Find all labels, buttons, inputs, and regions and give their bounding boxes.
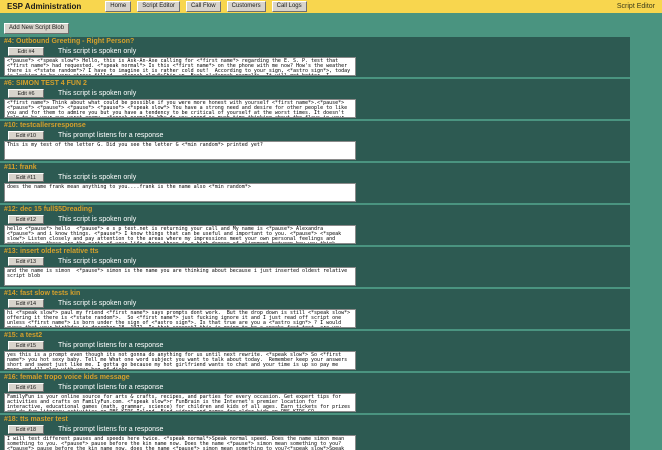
script-blob-title: #12: dec 15 full$5Dreading xyxy=(4,206,93,213)
script-blob-title: #11: frank xyxy=(4,164,37,171)
script-blob-section: #12: dec 15 full$5Dreading Edit #12 This s… xyxy=(0,205,630,245)
script-blob-title: #10: testcallersresponse xyxy=(4,122,86,129)
edit-script-button[interactable]: Edit #13 xyxy=(8,257,44,266)
script-content-textarea[interactable]: yes this is a prompt even though its not… xyxy=(4,351,356,370)
edit-script-button[interactable]: Edit #6 xyxy=(8,89,44,98)
edit-script-button[interactable]: Edit #15 xyxy=(8,341,44,350)
edit-script-button[interactable]: Edit #16 xyxy=(8,383,44,392)
script-blob-title: #18: tts master test xyxy=(4,416,68,423)
script-content-textarea[interactable]: does the name frank mean anything to you… xyxy=(4,183,356,202)
app-title: ESP Administration xyxy=(7,2,82,11)
script-mode-label: This script is spoken only xyxy=(58,174,137,181)
edit-script-button[interactable]: Edit #10 xyxy=(8,131,44,140)
script-blob-controls: Edit #10 This prompt listens for a respon… xyxy=(4,131,630,140)
toolbar-row: Add New Script Blob xyxy=(0,13,662,37)
script-blob-controls: Edit #12 This script is spoken only xyxy=(4,215,630,224)
script-mode-label: This script is spoken only xyxy=(58,300,137,307)
script-blob-list: #4: Outbound Greeting - Right Person? Edi… xyxy=(0,37,630,450)
nav-call-logs-button[interactable]: Call Logs xyxy=(271,1,307,12)
add-new-script-blob-button[interactable]: Add New Script Blob xyxy=(4,23,70,34)
edit-script-button[interactable]: Edit #4 xyxy=(8,47,44,56)
script-blob-controls: Edit #16 This prompt listens for a respon… xyxy=(4,383,630,392)
script-content-textarea[interactable]: <*first name*> Think about what could be… xyxy=(4,99,356,118)
edit-script-button[interactable]: Edit #14 xyxy=(8,299,44,308)
script-blob-section: #10: testcallersresponse Edit #10 This pro… xyxy=(0,121,630,161)
script-blob-section: #15: a test2 Edit #15 This prompt listens … xyxy=(0,331,630,371)
script-blob-controls: Edit #6 This script is spoken only xyxy=(4,89,630,98)
script-blob-section: #13: insert oldest relative tts Edit #13 T… xyxy=(0,247,630,287)
script-mode-label: This prompt listens for a response xyxy=(58,342,164,349)
script-blob-controls: Edit #15 This prompt listens for a respon… xyxy=(4,341,630,350)
page-title: Script Editor xyxy=(616,3,655,10)
script-blob-section: #16: female tropo voice kids message Edit… xyxy=(0,373,630,413)
script-content-textarea[interactable]: hello <*pause*> hello <*pause*> e s p te… xyxy=(4,225,356,244)
script-blob-controls: Edit #18 This prompt listens for a respon… xyxy=(4,425,630,434)
script-blob-section: #11: frank Edit #11 This script is spoken … xyxy=(0,163,630,203)
script-blob-controls: Edit #14 This script is spoken only xyxy=(4,299,630,308)
script-blob-controls: Edit #4 This script is spoken only xyxy=(4,47,630,56)
script-mode-label: This script is spoken only xyxy=(58,90,137,97)
script-blob-section: #14: fast slow tests kin Edit #14 This scr… xyxy=(0,289,630,329)
script-mode-label: This prompt listens for a response xyxy=(58,384,164,391)
script-mode-label: This script is spoken only xyxy=(58,48,137,55)
script-blob-title: #15: a test2 xyxy=(4,332,43,339)
nav-script-editor-button[interactable]: Script Editor xyxy=(137,1,180,12)
script-blob-controls: Edit #11 This script is spoken only xyxy=(4,173,630,182)
script-content-textarea[interactable]: <*pause*> <*speak slow*> Hello, this is … xyxy=(4,57,356,76)
script-blob-title: #4: Outbound Greeting - Right Person? xyxy=(4,38,135,45)
script-mode-label: This prompt listens for a response xyxy=(58,132,164,139)
main-nav: Home Script Editor Call Flow Customers C… xyxy=(105,1,307,12)
script-blob-title: #14: fast slow tests kin xyxy=(4,290,81,297)
script-blob-section: #4: Outbound Greeting - Right Person? Edi… xyxy=(0,37,630,77)
script-blob-title: #13: insert oldest relative tts xyxy=(4,248,99,255)
script-content-textarea[interactable]: hi <*speak slow*> paul my friend <*first… xyxy=(4,309,356,328)
edit-script-button[interactable]: Edit #18 xyxy=(8,425,44,434)
nav-home-button[interactable]: Home xyxy=(105,1,132,12)
script-mode-label: This prompt listens for a response xyxy=(58,426,164,433)
script-mode-label: This script is spoken only xyxy=(58,258,137,265)
script-content-textarea[interactable]: This is my test of the letter G. Did you… xyxy=(4,141,356,160)
script-content-textarea[interactable]: FamilyFun is your online source for arts… xyxy=(4,393,356,412)
edit-script-button[interactable]: Edit #12 xyxy=(8,215,44,224)
script-blob-section: #6: SIMON TEST 4 FUN 2 Edit #6 This script… xyxy=(0,79,630,119)
script-blob-controls: Edit #13 This script is spoken only xyxy=(4,257,630,266)
script-content-textarea[interactable]: I will test different pauses and speeds … xyxy=(4,435,356,450)
nav-call-flow-button[interactable]: Call Flow xyxy=(185,1,221,12)
script-blob-section: #18: tts master test Edit #18 This prompt … xyxy=(0,415,630,450)
script-blob-title: #6: SIMON TEST 4 FUN 2 xyxy=(4,80,87,87)
script-blob-title: #16: female tropo voice kids message xyxy=(4,374,130,381)
script-content-textarea[interactable]: and the name is simon <*pause*> simon is… xyxy=(4,267,356,286)
script-mode-label: This script is spoken only xyxy=(58,216,137,223)
edit-script-button[interactable]: Edit #11 xyxy=(8,173,44,182)
top-bar: ESP Administration Home Script Editor Ca… xyxy=(0,0,662,13)
nav-customers-button[interactable]: Customers xyxy=(226,1,266,12)
